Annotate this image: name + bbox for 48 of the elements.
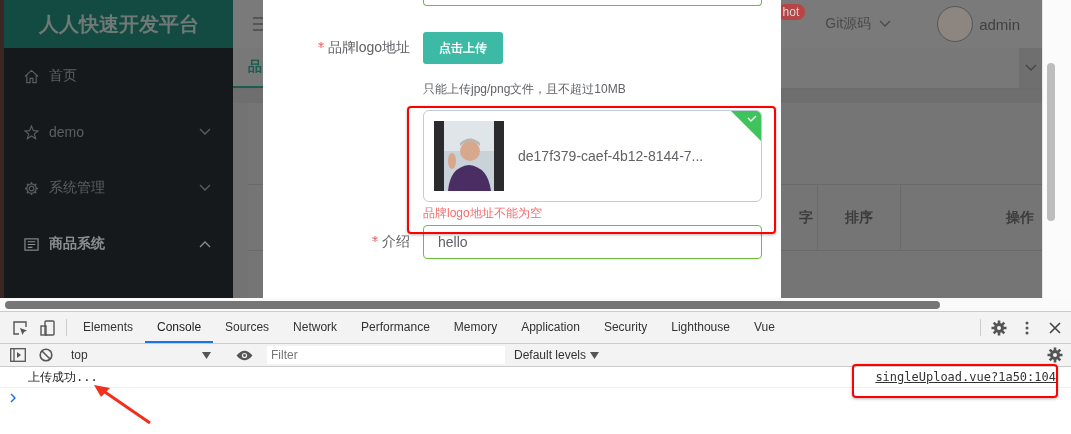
settings-icon[interactable]: [991, 319, 1007, 336]
document-icon: [24, 236, 39, 252]
chevron-icon: [879, 20, 892, 28]
devtools-tab[interactable]: Memory: [441, 312, 510, 343]
source-link[interactable]: singleUpload.vue?1a50:104: [875, 370, 1056, 384]
context-dropdown[interactable]: top: [65, 348, 217, 362]
star-icon: [24, 124, 39, 140]
error-message: 品牌logo地址不能为空: [423, 205, 543, 221]
dropdown-arrow-icon: [590, 351, 600, 359]
column-header: 排序: [817, 185, 900, 250]
filter-field[interactable]: Filter: [267, 346, 505, 364]
inspect-icon[interactable]: [12, 319, 28, 336]
device-icon[interactable]: [40, 319, 56, 336]
prompt-icon[interactable]: [10, 393, 16, 403]
chevron-icon: [199, 128, 211, 136]
devtools-tab[interactable]: Vue: [741, 312, 787, 343]
field-label: 介绍: [382, 233, 410, 251]
close-icon[interactable]: [1049, 321, 1061, 334]
home-icon: [24, 68, 39, 84]
field-label: 品牌logo地址: [327, 39, 410, 57]
devtools-tab[interactable]: Application: [509, 312, 592, 343]
clear-icon[interactable]: [39, 348, 53, 362]
scrollbar-thumb[interactable]: [5, 300, 940, 309]
devtools-tab[interactable]: Sources: [213, 312, 282, 343]
sidebar-toggle-icon[interactable]: [10, 348, 26, 362]
devtools-tab[interactable]: Lighthouse: [659, 312, 742, 343]
console-message: 上传成功...: [28, 368, 98, 386]
input-field[interactable]: hello: [423, 225, 762, 259]
app-title: 人人快速开发平台: [38, 11, 199, 37]
upload-tip: 只能上传jpg/png文件，且不超过10MB: [423, 82, 627, 96]
chevron-icon: [199, 240, 211, 248]
eye-icon[interactable]: [235, 349, 253, 361]
devtools-tab[interactable]: Performance: [349, 312, 442, 343]
devtools-tab[interactable]: Network: [281, 312, 350, 343]
dropdown-arrow-icon: [202, 351, 211, 359]
more-icon[interactable]: [1025, 320, 1029, 335]
scrollbar-thumb[interactable]: [1047, 63, 1055, 221]
gear-icon: [24, 180, 39, 196]
input-field[interactable]: [423, 0, 762, 6]
devtools-tab[interactable]: Security: [591, 312, 660, 343]
devtools-tab[interactable]: Elements: [71, 312, 146, 343]
settings-icon[interactable]: [1047, 347, 1063, 363]
sidebar-item[interactable]: 商品系统: [4, 216, 233, 272]
chevron-icon: [199, 184, 211, 192]
levels-dropdown[interactable]: Default levels: [514, 348, 600, 362]
column-header: 字: [798, 207, 814, 227]
chevron-icon: [1024, 64, 1037, 72]
file-name: de17f379-caef-4b12-8144-7...: [518, 148, 704, 164]
